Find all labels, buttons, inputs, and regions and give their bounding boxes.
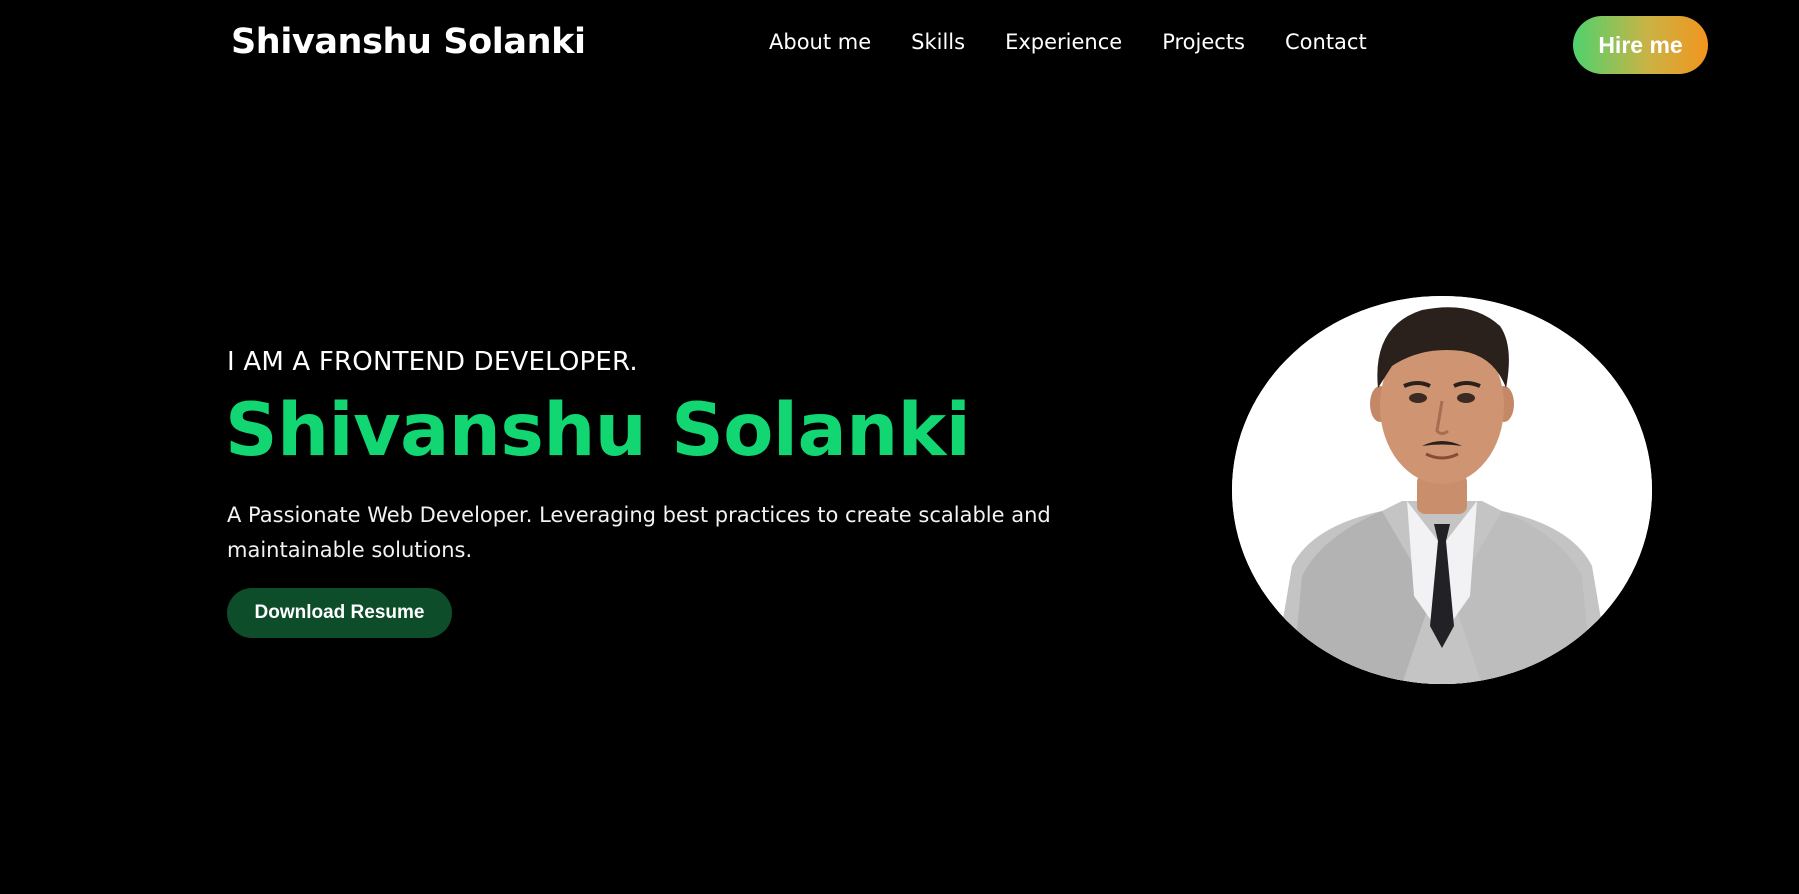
profile-photo [1232,296,1652,684]
profile-photo-illustration [1232,296,1652,684]
download-resume-button[interactable]: Download Resume [227,588,452,638]
nav-projects[interactable]: Projects [1162,30,1245,54]
hero-description: A Passionate Web Developer. Leveraging b… [227,503,1051,562]
hero-name: Shivanshu Solanki [225,388,971,473]
nav-contact[interactable]: Contact [1285,30,1367,54]
hero-eyebrow: I AM A FRONTEND DEVELOPER. [227,347,638,377]
nav-experience[interactable]: Experience [1005,30,1122,54]
nav-about-me[interactable]: About me [769,30,871,54]
brand-logo[interactable]: Shivanshu Solanki [231,22,586,62]
main-nav: About me Skills Experience Projects Cont… [769,30,1367,54]
hire-me-button[interactable]: Hire me [1573,16,1708,74]
portfolio-page: Shivanshu Solanki About me Skills Experi… [0,0,1799,894]
nav-skills[interactable]: Skills [911,30,965,54]
